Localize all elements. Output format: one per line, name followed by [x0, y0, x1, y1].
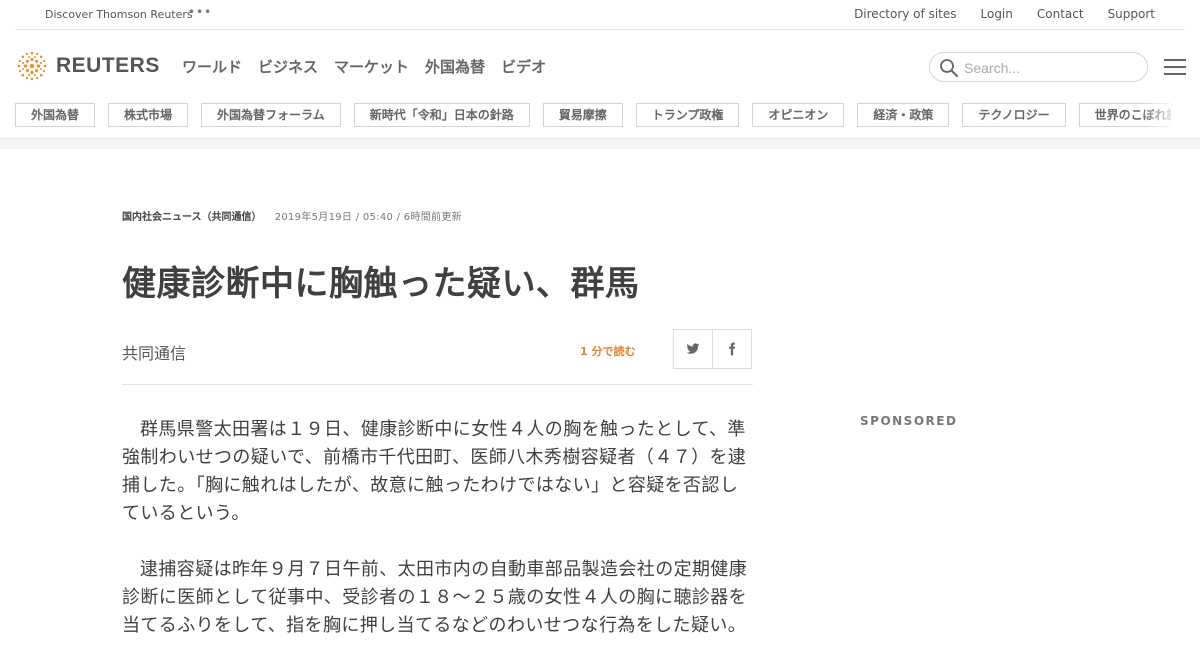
hamburger-icon[interactable] [1164, 59, 1186, 77]
masthead: REUTERS ワールド ビジネス マーケット 外国為替 ビデオ [0, 30, 1200, 100]
nav-item-markets[interactable]: マーケット [334, 56, 409, 77]
topic-bar: 外国為替 株式市場 外国為替フォーラム 新時代「令和」日本の針路 貿易摩擦 トランプ政権オ… [15, 103, 1171, 127]
article-date: 2019年5月19日 / 05:40 / 6時間前更新 [274, 212, 462, 223]
topic-pill[interactable]: 外国為替 [15, 103, 96, 127]
nav-item-video[interactable]: ビデオ [501, 56, 546, 77]
article-paragraph: 逮捕容疑は昨年９月７日午前、太田市内の自動車部品製造会社の定期健康診断に医師とし… [122, 559, 748, 636]
search-icon[interactable] [939, 58, 959, 78]
main-nav: ワールド ビジネス マーケット 外国為替 ビデオ [182, 56, 562, 77]
byline: 共同通信 [122, 344, 187, 363]
logo-wordmark: REUTERS [56, 54, 160, 77]
article-divider [122, 384, 753, 385]
share-twitter-button[interactable] [673, 329, 713, 369]
discover-link[interactable]: Discover Thomson Reuters [45, 8, 193, 21]
directory-of-sites-link[interactable]: Directory of sites [854, 7, 956, 21]
article-paragraph: 群馬県警太田署は１９日、健康診断中に女性４人の胸を触ったとして、準強制わいせつの… [122, 419, 747, 524]
share-buttons [673, 329, 752, 369]
nav-item-business[interactable]: ビジネス [258, 56, 318, 77]
twitter-icon [686, 343, 700, 354]
search-box[interactable] [929, 52, 1148, 82]
topic-bar-fade [1140, 103, 1180, 127]
article-body: 群馬県警太田署は１９日、健康診断中に女性４人の胸を触ったとして、準強制わいせつの… [122, 416, 754, 668]
contact-link[interactable]: Contact [1037, 7, 1084, 21]
topic-pill[interactable]: テクノロジー [962, 103, 1066, 127]
read-time: 1 分で読む [580, 345, 636, 358]
share-facebook-button[interactable] [712, 329, 752, 369]
sponsored-label: SPONSORED [860, 414, 958, 428]
section-link[interactable]: 国内社会ニュース（共同通信） [122, 212, 262, 223]
utility-bar: Discover Thomson Reuters ••• Directory o… [0, 0, 1200, 30]
topic-pill[interactable]: 株式市場 [108, 103, 189, 127]
login-link[interactable]: Login [981, 7, 1013, 21]
support-link[interactable]: Support [1108, 7, 1155, 21]
topic-pill[interactable]: オピニオン [752, 103, 845, 127]
topic-pill[interactable]: 貿易摩擦 [542, 103, 623, 127]
topic-pill[interactable]: 経済・政策 [857, 103, 950, 127]
reuters-dot-ring-icon [17, 51, 47, 81]
reuters-logo[interactable]: REUTERS [15, 49, 160, 83]
ellipsis-icon[interactable]: ••• [188, 5, 212, 19]
facebook-icon [729, 342, 736, 356]
article-meta: 国内社会ニュース（共同通信） 2019年5月19日 / 05:40 / 6時間前… [122, 208, 462, 223]
search-input[interactable] [964, 58, 1139, 78]
topic-pill[interactable]: 新時代「令和」日本の針路 [353, 103, 530, 127]
header-band [0, 138, 1200, 149]
nav-item-world[interactable]: ワールド [182, 56, 242, 77]
utility-links: Directory of sites Login Contact Support [830, 7, 1155, 21]
topic-pill[interactable]: 外国為替フォーラム [201, 103, 341, 127]
nav-item-forex[interactable]: 外国為替 [425, 56, 485, 77]
article-headline: 健康診断中に胸触った疑い、群馬 [122, 264, 640, 304]
topic-pill[interactable]: トランプ政権 [635, 103, 740, 127]
